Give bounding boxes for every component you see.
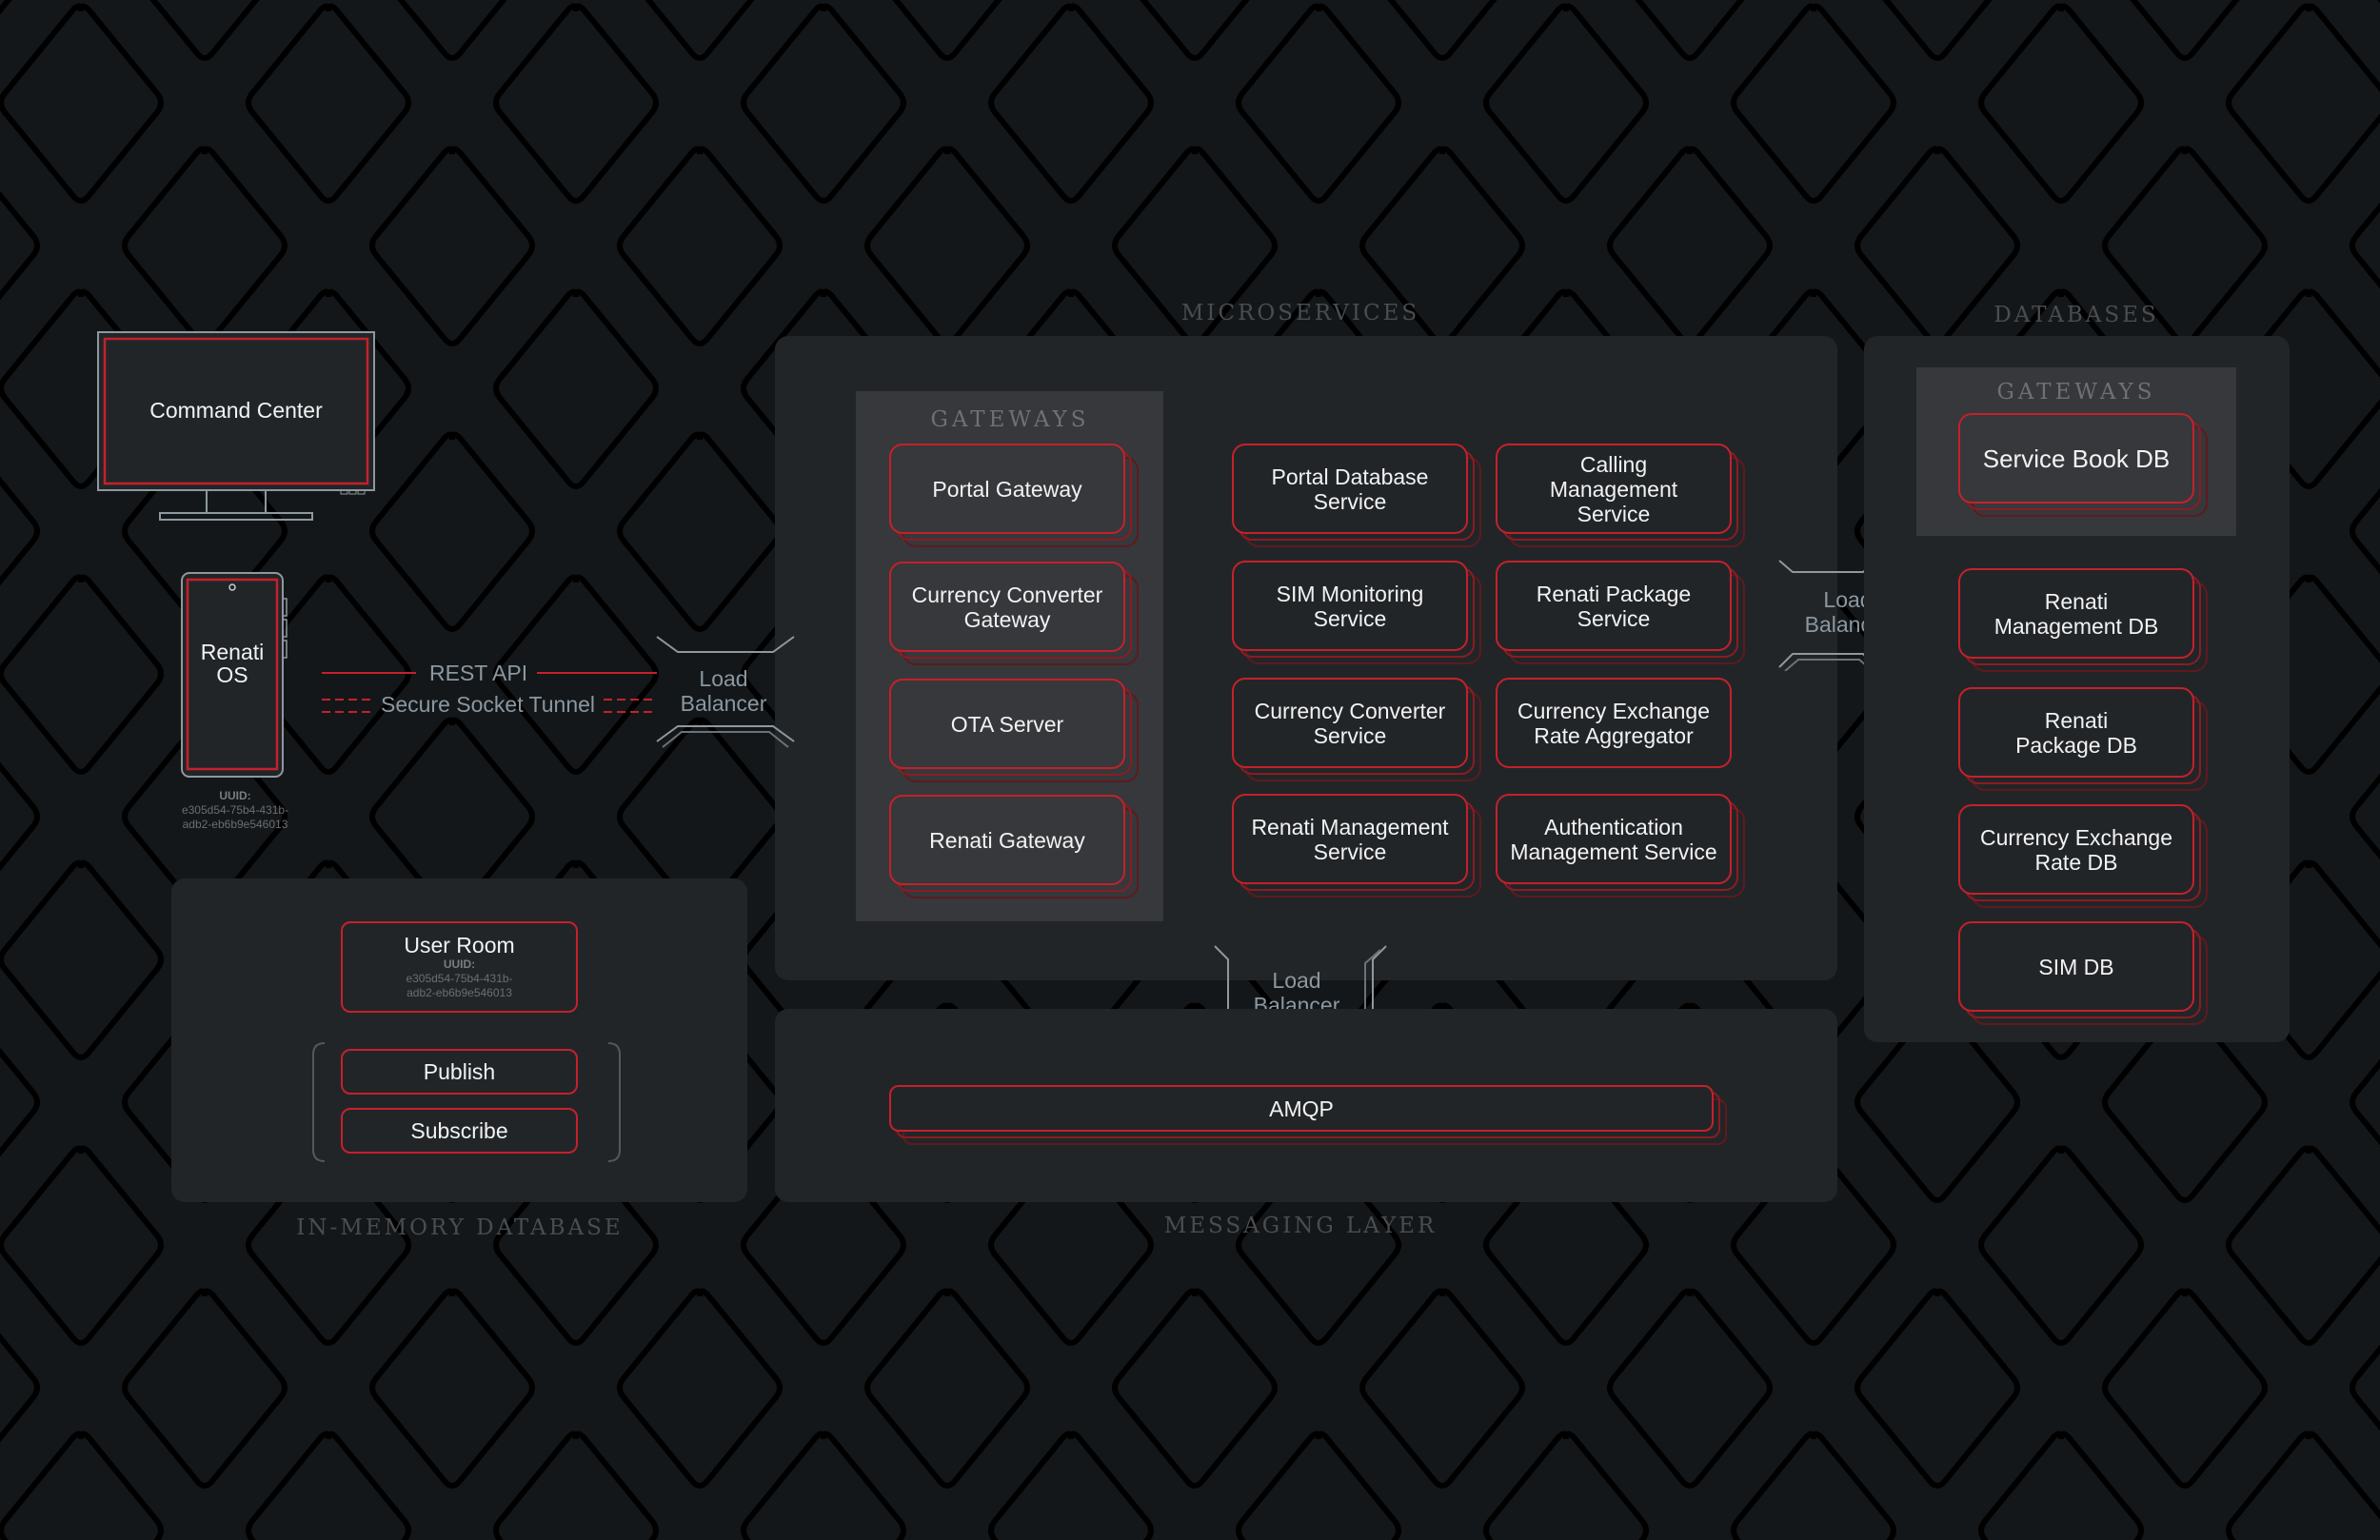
renati-os-uuid: UUID: e305d54-75b4-431b- adb2-eb6b9e5460… [182, 789, 288, 832]
renati-os-label-line2: OS [216, 662, 248, 687]
gateway-card[interactable]: OTA Server [889, 679, 1139, 782]
user-room-uuid-line1: e305d54-75b4-431b- [406, 972, 513, 985]
subscribe-button[interactable]: Subscribe [341, 1108, 578, 1154]
gateway-card-label: OTA Server [950, 711, 1064, 737]
renati-os-uuid-line2: adb2-eb6b9e546013 [182, 818, 288, 831]
user-room-uuid-label: UUID: [443, 958, 476, 971]
secure-socket-tunnel-label: Secure Socket Tunnel [381, 692, 596, 717]
service-card[interactable]: Calling Management Service [1496, 444, 1745, 547]
user-room-uuid: UUID: e305d54-75b4-431b- adb2-eb6b9e5460… [406, 958, 512, 1000]
database-card-label: Renati Package DB [2015, 707, 2137, 758]
service-card[interactable]: Renati Management Service [1232, 794, 1481, 898]
service-card[interactable]: Currency Exchange Rate Aggregator [1496, 678, 1732, 768]
load-balancer-client-line1: Load [699, 666, 748, 691]
gateway-card[interactable]: Currency Converter Gateway [889, 562, 1139, 665]
service-card[interactable]: Portal Database Service [1232, 444, 1481, 547]
messaging-layer-title: MESSAGING LAYER [1163, 1214, 1438, 1238]
databases-gateways-title: GATEWAYS [1996, 380, 2156, 405]
gateway-card[interactable]: Renati Gateway [889, 795, 1139, 898]
user-room-uuid-line2: adb2-eb6b9e546013 [407, 986, 512, 999]
service-card-label: Calling Management Service [1549, 451, 1678, 526]
renati-os-label: Renati OS [181, 641, 284, 686]
load-balancer-messaging-line1: Load [1272, 968, 1321, 993]
service-card[interactable]: SIM Monitoring Service [1232, 561, 1481, 664]
database-gateway-card[interactable]: Service Book DB [1958, 413, 2208, 517]
user-room-label: User Room [404, 933, 515, 958]
service-card[interactable]: Currency Converter Service [1232, 678, 1481, 781]
renati-os-node[interactable]: Renati OS [181, 572, 295, 780]
renati-os-uuid-line1: e305d54-75b4-431b- [181, 803, 289, 817]
in-memory-database-title: IN-MEMORY DATABASE [296, 1215, 624, 1240]
load-balancer-client-label: Load Balancer [681, 666, 767, 716]
database-card-label: Currency Exchange Rate DB [1980, 824, 2172, 875]
service-card-label: Currency Exchange Rate Aggregator [1517, 698, 1710, 748]
rest-api-label: REST API [429, 661, 528, 685]
service-card-label: Renati Management Service [1251, 814, 1449, 864]
amqp-card[interactable]: AMQP [889, 1085, 1727, 1145]
database-card[interactable]: Currency Exchange Rate DB [1958, 804, 2208, 908]
database-card[interactable]: Renati Package DB [1958, 687, 2208, 791]
gateway-card-label: Currency Converter Gateway [911, 582, 1103, 632]
service-card[interactable]: Authentication Management Service [1496, 794, 1745, 898]
renati-os-label-line1: Renati [200, 640, 265, 664]
database-card-label: SIM DB [2038, 954, 2114, 979]
service-card-label: Portal Database Service [1271, 464, 1429, 514]
publish-button[interactable]: Publish [341, 1049, 578, 1095]
user-room-card[interactable]: User Room UUID: e305d54-75b4-431b- adb2-… [341, 921, 578, 1013]
database-card[interactable]: SIM DB [1958, 921, 2208, 1025]
service-card-label: Currency Converter Service [1254, 698, 1446, 748]
databases-title: DATABASES [1993, 303, 2159, 327]
database-card-label: Renati Management DB [1993, 588, 2159, 639]
service-card-label: SIM Monitoring Service [1276, 581, 1424, 631]
service-card-label: Renati Package Service [1536, 581, 1692, 631]
renati-os-uuid-label: UUID: [219, 789, 251, 802]
load-balancer-client-line2: Balancer [680, 691, 767, 716]
microservices-title: MICROSERVICES [1180, 301, 1420, 326]
database-gateway-card-label: Service Book DB [1982, 444, 2171, 473]
service-card[interactable]: Renati Package Service [1496, 561, 1745, 664]
amqp-card-label: AMQP [1269, 1096, 1334, 1121]
command-center-label: Command Center [149, 397, 323, 423]
service-card-label: Authentication Management Service [1510, 814, 1717, 864]
database-card[interactable]: Renati Management DB [1958, 568, 2208, 672]
gateway-card-label: Renati Gateway [929, 827, 1085, 853]
command-center-node[interactable]: Command Center [97, 331, 375, 522]
gateway-card[interactable]: Portal Gateway [889, 444, 1139, 547]
gateway-card-label: Portal Gateway [932, 476, 1082, 502]
microservices-gateways-title: GATEWAYS [930, 407, 1090, 432]
